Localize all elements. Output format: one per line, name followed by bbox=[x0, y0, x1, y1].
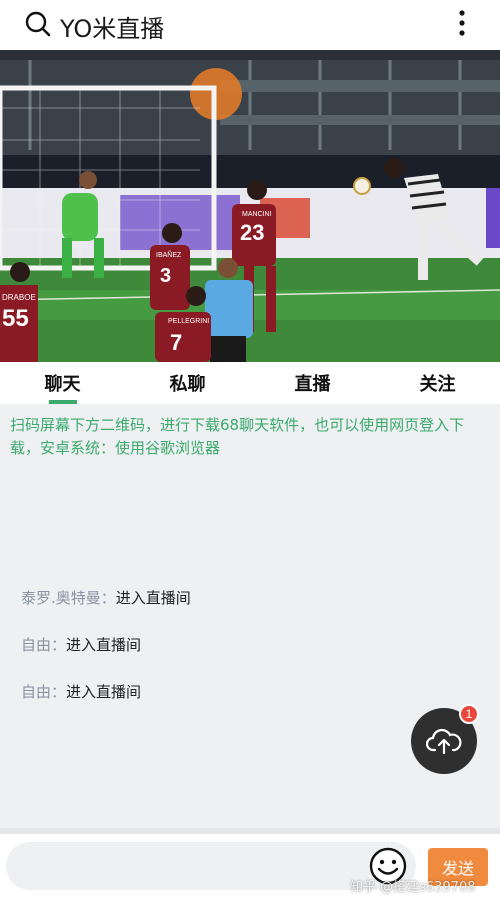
live-video[interactable]: 55 DRABOE 3 IBAÑEZ 23 MANCINI 7 PELLEGRI… bbox=[0, 50, 500, 362]
jersey-name: IBAÑEZ bbox=[156, 250, 182, 259]
top-bar: YO米直播 bbox=[0, 0, 500, 50]
jersey-number: 3 bbox=[160, 265, 171, 287]
watermark: 知乎 @搭建s639708 bbox=[350, 880, 476, 895]
download-notice: 扫码屏幕下方二维码，进行下载68聊天软件，也可以使用网页登入下载，安卓系统：使用… bbox=[10, 416, 465, 457]
chat-username[interactable]: 自由 bbox=[21, 636, 51, 654]
chat-text: 进入直播间 bbox=[66, 683, 142, 701]
app-title: YO米直播 bbox=[60, 15, 165, 43]
chat-message: 自由：进入直播间 bbox=[21, 683, 142, 701]
tab-bar: 聊天 私聊 直播 关注 bbox=[0, 362, 500, 404]
jersey-number: 23 bbox=[240, 220, 264, 245]
chat-username[interactable]: 泰罗.奥特曼 bbox=[21, 589, 101, 607]
chat-text: 进入直播间 bbox=[66, 636, 142, 654]
jersey-number: 7 bbox=[170, 330, 182, 355]
jersey-name: MANCINI bbox=[242, 211, 272, 218]
chat-message: 自由：进入直播间 bbox=[21, 636, 142, 654]
tab-follow[interactable]: 关注 bbox=[375, 362, 500, 404]
jersey-name: DRABOE bbox=[2, 293, 36, 302]
notification-badge: 1 bbox=[459, 704, 479, 724]
more-vertical-icon[interactable] bbox=[452, 8, 472, 40]
chat-message: 泰罗.奥特曼：进入直播间 bbox=[21, 589, 191, 607]
tab-live[interactable]: 直播 bbox=[250, 362, 375, 404]
jersey-name: PELLEGRINI bbox=[168, 318, 209, 325]
tab-chat[interactable]: 聊天 bbox=[0, 362, 125, 404]
tab-private-chat[interactable]: 私聊 bbox=[125, 362, 250, 404]
search-icon[interactable] bbox=[24, 10, 52, 38]
cloud-upload-icon bbox=[426, 728, 462, 755]
chat-text: 进入直播间 bbox=[115, 589, 191, 607]
jersey-number: 55 bbox=[2, 305, 29, 332]
chat-username[interactable]: 自由 bbox=[21, 683, 51, 701]
